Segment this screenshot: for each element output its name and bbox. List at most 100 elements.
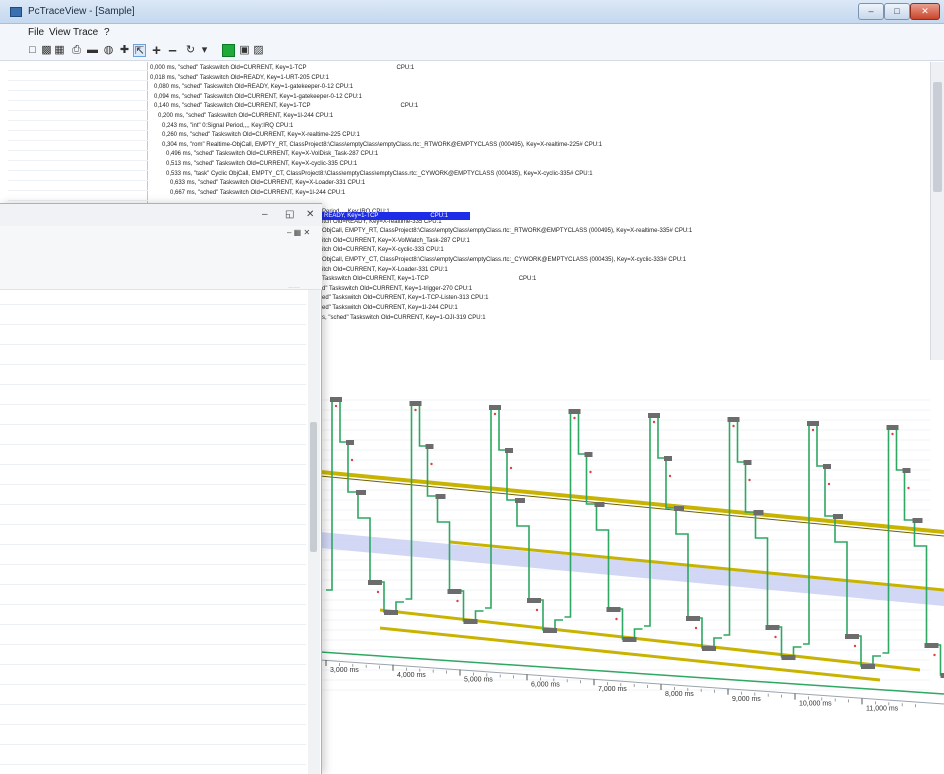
minus-icon[interactable]: ▬ — [86, 44, 99, 57]
log-line[interactable]: itch Old=CURRENT, Key=X-Loader-331 CPU:1 — [322, 266, 448, 274]
child-list-row[interactable] — [0, 604, 306, 605]
new-file-icon[interactable]: □ — [26, 44, 39, 57]
log-line[interactable]: Taskswitch Old=CURRENT, Key=1-TCP CPU:1 — [322, 275, 536, 283]
menu-view[interactable]: View — [49, 27, 71, 38]
log-scrollbar-thumb[interactable] — [933, 82, 942, 192]
step-block — [384, 610, 398, 615]
child-list-row[interactable] — [0, 484, 306, 485]
child-close-button[interactable]: ✕ — [306, 209, 314, 220]
log-line[interactable]: ObjCall, EMPTY_CT, ClassProject8:\Class\… — [322, 256, 686, 264]
log-line[interactable]: 0,200 ms, "sched" Taskswitch Old=CURRENT… — [158, 112, 333, 120]
child-list-row[interactable] — [0, 364, 306, 365]
child-list-row[interactable] — [0, 324, 306, 325]
child-list-row[interactable] — [0, 524, 306, 525]
step-block — [622, 637, 637, 642]
log-line[interactable]: 0,080 ms, "sched" Taskswitch Old=READY, … — [154, 83, 353, 91]
log-line[interactable]: itch Old=CURRENT, Key=X-VolWatch_Task-28… — [322, 237, 470, 245]
child-list-row[interactable] — [0, 444, 306, 445]
child-list-row[interactable] — [0, 704, 306, 705]
log-scrollbar[interactable] — [930, 62, 944, 388]
record-icon[interactable]: ▾ — [198, 44, 211, 57]
chart-icon[interactable] — [222, 44, 235, 57]
child-list-row[interactable] — [0, 544, 306, 545]
save-icon[interactable]: ▦ — [53, 44, 66, 57]
zoom-in-icon[interactable]: + — [150, 43, 163, 58]
step-block — [686, 616, 700, 621]
close-button[interactable]: ✕ — [910, 3, 940, 20]
find-icon[interactable]: ◍ — [102, 44, 115, 57]
log-line[interactable]: 0,667 ms, "sched" Taskswitch Old=CURRENT… — [170, 189, 345, 197]
log-line[interactable]: 0,533 ms, "task" Cyclic ObjCall, EMPTY_C… — [166, 170, 593, 178]
step-block — [356, 490, 366, 495]
log-line[interactable]: itch Old=CURRENT, Key=X-cyclic-333 CPU:1 — [322, 246, 444, 254]
child-list-row[interactable] — [0, 584, 306, 585]
log-line[interactable]: 0,260 ms, "sched" Taskswitch Old=CURRENT… — [162, 131, 360, 139]
child-list-row[interactable] — [0, 424, 306, 425]
title-bar[interactable]: PcTraceView - [Sample] – □ ✕ — [0, 0, 944, 24]
child-list-row[interactable] — [0, 464, 306, 465]
select-icon[interactable]: ⇱ — [133, 44, 146, 57]
event-marker — [414, 408, 417, 412]
child-list-row[interactable] — [0, 624, 306, 625]
print-icon[interactable]: ⎙ — [70, 44, 83, 57]
child-minimize-button[interactable]: – — [262, 209, 268, 220]
child-list-row[interactable] — [0, 404, 306, 405]
step-block — [515, 498, 525, 503]
menu-trace[interactable]: Trace — [73, 27, 98, 38]
child-scrollbar[interactable] — [308, 290, 320, 774]
log-line[interactable]: 0,496 ms, "sched" Taskswitch Old=CURRENT… — [166, 150, 378, 158]
export-icon[interactable]: ▣ — [238, 44, 251, 57]
log-line[interactable]: ObjCall, EMPTY_RT, ClassProject8:\Class\… — [322, 227, 692, 235]
child-list-row[interactable] — [0, 684, 306, 685]
child-list-row[interactable] — [0, 504, 306, 505]
child-title-bar[interactable]: – ◱ ✕ — [0, 204, 322, 226]
log-line[interactable]: 0,513 ms, "sched" Taskswitch Old=CURRENT… — [166, 160, 357, 168]
step-block — [902, 468, 911, 473]
step-block — [823, 464, 831, 469]
time-axis-label: 11,000 ms — [866, 705, 899, 712]
step-block — [702, 646, 716, 651]
log-line[interactable]: d" Taskswitch Old=CURRENT, Key=1-trigger… — [322, 285, 472, 293]
log-line[interactable]: 0,633 ms, "sched" Taskswitch Old=CURRENT… — [170, 179, 365, 187]
minimize-button[interactable]: – — [858, 3, 884, 20]
step-block — [753, 510, 764, 515]
toolbar: □ ▩ ▦ ⎙ ▬ ◍ ✚ ⇱ + – ↻ ▾ ▣ ▨ — [0, 41, 944, 61]
child-list-row[interactable] — [0, 744, 306, 745]
time-axis-label: 3,000 ms — [330, 667, 359, 674]
log-line-text: 0,000 ms, "sched" Taskswitch Old=CURRENT… — [150, 65, 307, 71]
log-line[interactable]: 0,243 ms, "int" 0:Signal Period,,,, Key:… — [162, 122, 293, 130]
step-block — [727, 417, 740, 422]
trace-chart[interactable]: 3,000 ms 4,000 ms 5,000 ms 6,000 ms 7,000 ms… — [320, 360, 944, 774]
maximize-button[interactable]: □ — [884, 3, 910, 20]
zoom-out-icon[interactable]: – — [166, 43, 179, 58]
event-marker — [456, 599, 459, 603]
log-line[interactable]: 0,018 ms, "sched" Taskswitch Old=READY, … — [150, 74, 329, 82]
child-list-row[interactable] — [0, 664, 306, 665]
properties-icon[interactable]: ▨ — [252, 44, 265, 57]
log-line[interactable]: s, "sched" Taskswitch Old=CURRENT, Key=1… — [322, 314, 486, 322]
open-folder-icon[interactable]: ▩ — [40, 44, 53, 57]
child-list-row[interactable] — [0, 764, 306, 765]
child-list-row[interactable] — [0, 644, 306, 645]
log-line[interactable]: ed" Taskswitch Old=CURRENT, Key=1l-244 C… — [322, 304, 458, 312]
log-line[interactable]: 0,094 ms, "sched" Taskswitch Old=CURRENT… — [154, 93, 362, 101]
crosshair-icon[interactable]: ✚ — [118, 44, 131, 57]
rewind-icon[interactable]: ↻ — [184, 44, 197, 57]
step-block — [543, 628, 557, 633]
child-list-row[interactable] — [0, 344, 306, 345]
child-window: – ◱ ✕ – ▦ ✕ …… — [0, 203, 322, 774]
log-line[interactable]: ed" Taskswitch Old=CURRENT, Key=1-TCP-Li… — [322, 294, 488, 302]
log-line[interactable]: 0,000 ms, "sched" Taskswitch Old=CURRENT… — [150, 64, 414, 72]
log-line[interactable]: 0,140 ms, "sched" Taskswitch Old=CURRENT… — [154, 102, 418, 110]
log-line[interactable]: 0,304 ms, "rom" Realtime-ObjCall, EMPTY_… — [162, 141, 602, 149]
child-scrollbar-thumb[interactable] — [310, 422, 317, 552]
child-restore-icon[interactable]: – ▦ ✕ — [287, 228, 310, 237]
menu-file[interactable]: File — [28, 27, 44, 38]
child-maximize-button[interactable]: ◱ — [285, 209, 294, 220]
child-list-row[interactable] — [0, 724, 306, 725]
event-marker — [891, 432, 894, 436]
child-list-row[interactable] — [0, 564, 306, 565]
child-list-row[interactable] — [0, 384, 306, 385]
menu-help[interactable]: ? — [104, 27, 110, 38]
child-list-row[interactable] — [0, 304, 306, 305]
